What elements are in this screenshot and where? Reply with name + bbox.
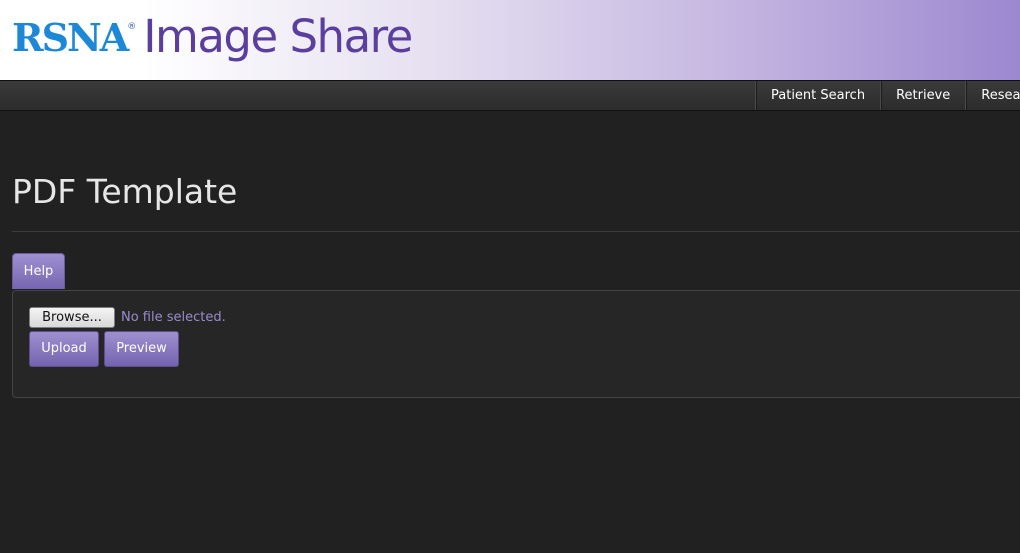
title-divider xyxy=(12,231,1020,232)
registered-mark: ® xyxy=(127,22,137,32)
preview-button[interactable]: Preview xyxy=(104,331,179,367)
app-title: Image Share xyxy=(143,10,413,63)
page-title: PDF Template xyxy=(12,172,238,211)
nav-item-retrieve[interactable]: Retrieve xyxy=(880,81,965,110)
rsna-logo-text: RSNA ® xyxy=(12,15,137,60)
nav-item-research[interactable]: Resea xyxy=(965,81,1020,110)
upload-button[interactable]: Upload xyxy=(29,331,99,367)
rsna-logo[interactable]: RSNA ® Image Share xyxy=(12,10,413,68)
nav-item-patient-search[interactable]: Patient Search xyxy=(755,81,880,110)
browse-button[interactable]: Browse... xyxy=(29,307,115,328)
nav-menu: Patient Search Retrieve Resea xyxy=(755,81,1020,110)
main-navbar: Patient Search Retrieve Resea xyxy=(0,80,1020,111)
tab-help[interactable]: Help xyxy=(12,253,65,289)
tab-panel: Browse... No file selected. Upload Previ… xyxy=(12,290,1020,398)
file-status-text: No file selected. xyxy=(121,310,226,325)
site-header: RSNA ® Image Share xyxy=(0,0,1020,80)
